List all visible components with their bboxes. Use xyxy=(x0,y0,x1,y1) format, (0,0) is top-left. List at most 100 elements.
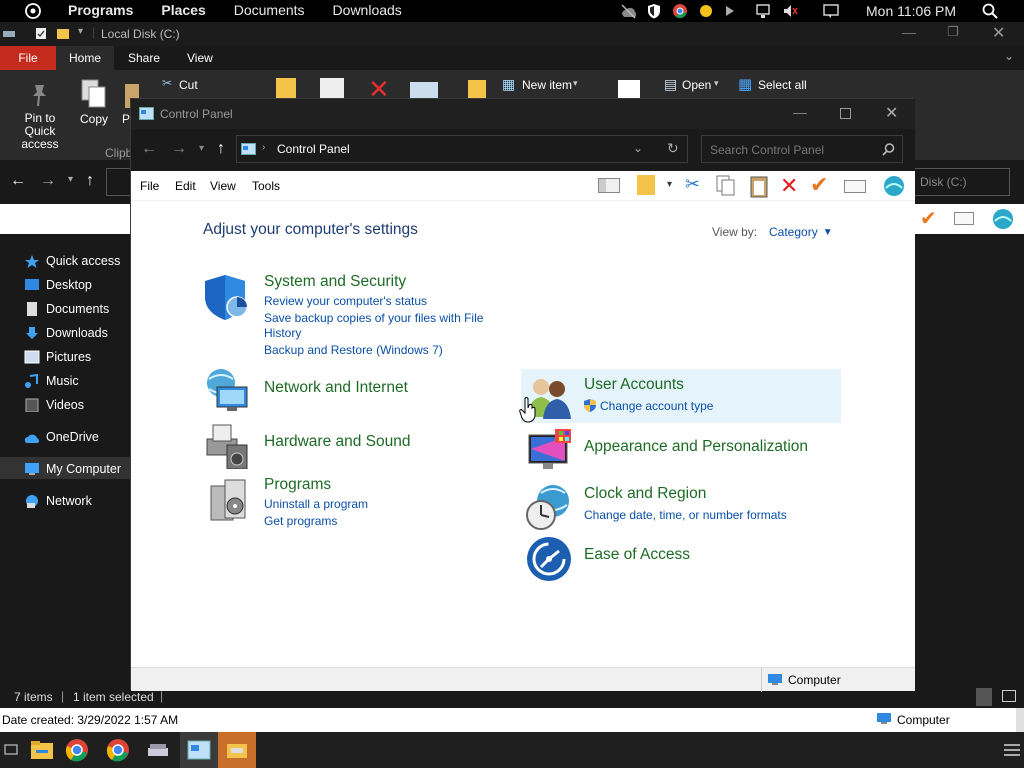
nav-network[interactable]: Network xyxy=(24,491,92,511)
link-change-formats[interactable]: Change date, time, or number formats xyxy=(584,508,787,522)
chrome-tray-icon[interactable] xyxy=(672,3,688,19)
clock-region-icon[interactable] xyxy=(525,483,573,531)
large-icons-view-button[interactable] xyxy=(1002,690,1016,702)
shield-icon[interactable] xyxy=(646,3,662,19)
category-system-security[interactable]: System and Security xyxy=(264,273,406,291)
paste-button[interactable]: P xyxy=(122,112,130,126)
toolbar-cut-icon[interactable]: ✂ xyxy=(685,174,700,195)
category-user-accounts[interactable]: User Accounts xyxy=(584,376,684,394)
details-view-button[interactable] xyxy=(976,688,992,706)
tab-file[interactable]: File xyxy=(0,46,56,70)
open-button[interactable]: Open xyxy=(682,78,711,92)
new-folder-icon[interactable] xyxy=(56,26,70,40)
toolbar-rename-icon[interactable] xyxy=(844,180,866,193)
check-icon[interactable]: ✔ xyxy=(920,206,937,231)
cp-maximize-button[interactable] xyxy=(840,108,851,119)
toolbar-properties-icon[interactable]: ✔ xyxy=(810,172,828,198)
tab-home[interactable]: Home xyxy=(56,46,114,70)
menu-view[interactable]: View xyxy=(210,179,236,193)
category-appearance-personalization[interactable]: Appearance and Personalization xyxy=(584,438,808,456)
select-all-icon[interactable]: ▦ xyxy=(738,75,752,93)
toolbar-delete-icon[interactable]: ✕ xyxy=(780,173,798,199)
drive-taskbar-icon[interactable] xyxy=(146,738,170,762)
link-backup-restore[interactable]: Backup and Restore (Windows 7) xyxy=(264,343,443,357)
cp-back-icon[interactable]: ← xyxy=(141,140,157,158)
select-all-button[interactable]: Select all xyxy=(758,78,807,92)
view-by-dropdown[interactable]: Category ▼ xyxy=(769,225,833,239)
address-dropdown-icon[interactable]: ⌄ xyxy=(633,141,643,155)
nav-desktop[interactable]: Desktop xyxy=(24,275,92,295)
link-save-backup[interactable]: Save backup copies of your files with Fi… xyxy=(264,311,483,325)
ribbon-expand-icon[interactable]: ⌄ xyxy=(1004,49,1014,63)
new-item-dropdown-icon[interactable]: ▾ xyxy=(573,78,578,89)
pin-to-quick-access-button[interactable]: Pin to Quick access xyxy=(8,112,72,151)
explorer-address-bar[interactable] xyxy=(106,168,130,196)
cp-up-icon[interactable]: ↑ xyxy=(217,140,225,158)
notification-icon[interactable] xyxy=(823,3,839,19)
properties-ribbon-icon[interactable] xyxy=(618,80,640,100)
menu-documents[interactable]: Documents xyxy=(234,2,305,18)
explorer-maximize-button[interactable]: ❐ xyxy=(947,24,959,40)
activities-icon[interactable] xyxy=(24,2,42,20)
folder-taskbar-icon[interactable] xyxy=(225,738,249,762)
organize-icon[interactable] xyxy=(637,175,655,195)
tab-view[interactable]: View xyxy=(187,51,213,65)
menu-tools[interactable]: Tools xyxy=(252,179,280,193)
toolbar-copy-icon[interactable] xyxy=(716,175,736,197)
cp-breadcrumb[interactable]: Control Panel xyxy=(277,142,350,156)
move-to-icon[interactable] xyxy=(276,78,296,100)
cp-forward-icon[interactable]: → xyxy=(171,140,187,158)
explorer-minimize-button[interactable]: — xyxy=(902,24,916,40)
category-programs[interactable]: Programs xyxy=(264,476,331,494)
menu-edit[interactable]: Edit xyxy=(175,179,196,193)
open-dropdown-icon[interactable]: ▾ xyxy=(714,78,719,89)
sun-icon[interactable] xyxy=(698,3,714,19)
nav-onedrive[interactable]: OneDrive xyxy=(24,427,99,447)
nav-documents[interactable]: Documents xyxy=(24,299,109,319)
nav-downloads[interactable]: Downloads xyxy=(24,323,108,343)
cp-search-icon[interactable] xyxy=(882,143,895,156)
nav-pictures[interactable]: Pictures xyxy=(24,347,91,367)
clock[interactable]: Mon 11:06 PM xyxy=(866,3,956,19)
hardware-sound-icon[interactable] xyxy=(203,421,251,469)
link-uninstall-program[interactable]: Uninstall a program xyxy=(264,497,368,511)
play-icon[interactable] xyxy=(722,3,738,19)
properties-icon[interactable] xyxy=(34,26,48,40)
toolbar-paste-icon[interactable] xyxy=(749,174,769,198)
breadcrumb-chevron-icon[interactable]: › xyxy=(262,142,265,153)
programs-icon[interactable] xyxy=(207,476,255,524)
open-icon[interactable]: ▤ xyxy=(664,76,677,93)
tab-share[interactable]: Share xyxy=(128,51,160,65)
cp-recent-dropdown-icon[interactable]: ▾ xyxy=(199,143,204,154)
chrome-alt-icon[interactable] xyxy=(106,738,130,762)
nav-my-computer[interactable]: My Computer xyxy=(24,459,121,479)
organize-dropdown-icon[interactable]: ▾ xyxy=(667,179,672,190)
network-tray-icon[interactable] xyxy=(756,3,772,19)
control-panel-title-bar[interactable]: Control Panel — ✕ xyxy=(131,99,915,129)
cp-minimize-button[interactable]: — xyxy=(793,104,807,120)
cp-address-bar[interactable]: › Control Panel ⌄ ↻ xyxy=(236,135,688,163)
cp-search-box[interactable]: Search Control Panel xyxy=(701,135,903,163)
link-change-account-type[interactable]: Change account type xyxy=(600,399,713,413)
new-item-icon[interactable]: ▦ xyxy=(502,76,515,93)
forward-icon[interactable]: → xyxy=(40,172,56,190)
qat-dropdown-icon[interactable]: ▾ xyxy=(78,26,83,37)
copy-button[interactable]: Copy xyxy=(80,112,108,126)
menu-file[interactable]: File xyxy=(140,179,159,193)
hamburger-icon[interactable] xyxy=(1004,744,1020,756)
nav-videos[interactable]: Videos xyxy=(24,395,84,415)
refresh-icon[interactable]: ↻ xyxy=(667,140,679,157)
category-ease-of-access[interactable]: Ease of Access xyxy=(584,546,690,564)
cut-button[interactable]: Cut xyxy=(179,78,198,92)
up-icon[interactable]: ↑ xyxy=(86,172,94,190)
menu-places[interactable]: Places xyxy=(161,2,205,18)
link-history[interactable]: History xyxy=(264,326,301,340)
details-scrollbar[interactable] xyxy=(1016,708,1024,732)
volume-muted-icon[interactable] xyxy=(782,3,798,19)
link-get-programs[interactable]: Get programs xyxy=(264,514,337,528)
category-network-internet[interactable]: Network and Internet xyxy=(264,379,408,397)
new-item-button[interactable]: New item xyxy=(522,78,572,92)
rename-strip-icon[interactable] xyxy=(954,212,974,225)
copy-to-icon[interactable] xyxy=(320,78,344,100)
show-desktop-icon[interactable] xyxy=(4,742,18,756)
